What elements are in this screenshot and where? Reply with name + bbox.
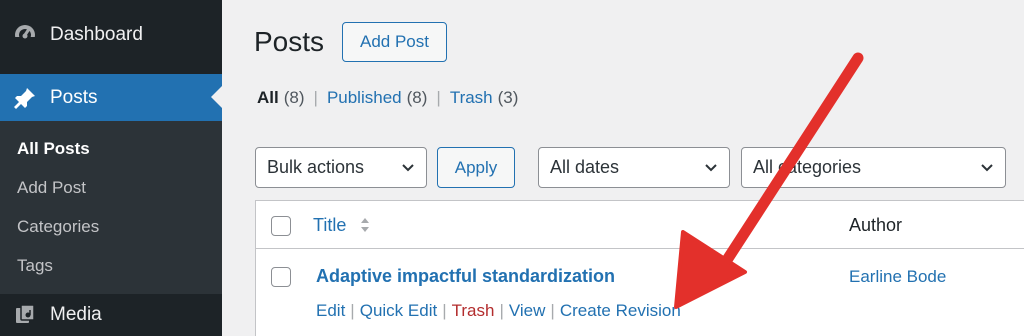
chevron-down-icon <box>979 160 995 181</box>
edit-action[interactable]: Edit <box>316 301 345 321</box>
filter-separator: | <box>313 88 318 107</box>
menu-item-media[interactable]: Media <box>0 294 222 336</box>
dashboard-icon <box>0 23 50 47</box>
quick-edit-action[interactable]: Quick Edit <box>360 301 437 321</box>
action-separator: | <box>499 301 504 320</box>
filter-all[interactable]: All <box>257 88 279 108</box>
filter-published[interactable]: Published <box>327 88 402 108</box>
submenu-tags[interactable]: Tags <box>17 256 53 276</box>
dates-filter-select[interactable]: All dates <box>538 147 730 188</box>
column-header-author: Author <box>849 215 903 235</box>
bulk-actions-value: Bulk actions <box>267 157 365 177</box>
action-separator: | <box>442 301 447 320</box>
filter-published-count: (8) <box>406 88 428 107</box>
post-title-link[interactable]: Adaptive impactful standardization <box>316 266 615 287</box>
table-header: Title Author <box>256 201 1024 249</box>
filter-trash[interactable]: Trash <box>450 88 493 108</box>
posts-submenu: All Posts Add Post Categories Tags <box>0 121 222 294</box>
menu-item-dashboard[interactable]: Dashboard <box>0 14 222 56</box>
post-author-link[interactable]: Earline Bode <box>849 267 946 287</box>
status-filters: All (8) | Published (8) | Trash (3) <box>257 88 518 108</box>
admin-sidebar: Dashboard Posts All Posts Add Post Categ… <box>0 0 222 336</box>
filter-all-count: (8) <box>283 88 305 107</box>
categories-filter-value: All categories <box>753 157 862 177</box>
submenu-all-posts[interactable]: All Posts <box>17 139 90 159</box>
pin-icon <box>0 86 50 110</box>
menu-label-posts: Posts <box>50 86 98 108</box>
main-content: Posts Add Post All (8) | Published (8) |… <box>222 0 1024 336</box>
filter-trash-count: (3) <box>497 88 519 107</box>
page-title: Posts <box>254 26 325 57</box>
select-all-checkbox[interactable] <box>271 216 291 236</box>
action-separator: | <box>350 301 355 320</box>
menu-item-posts[interactable]: Posts <box>0 74 222 121</box>
row-checkbox[interactable] <box>271 267 291 287</box>
create-revision-action[interactable]: Create Revision <box>560 301 681 321</box>
chevron-down-icon <box>703 160 719 181</box>
menu-label-media: Media <box>50 304 102 325</box>
menu-label-dashboard: Dashboard <box>50 24 143 45</box>
action-separator: | <box>550 301 555 320</box>
submenu-categories[interactable]: Categories <box>17 217 99 237</box>
chevron-down-icon <box>400 160 416 181</box>
view-action[interactable]: View <box>509 301 546 321</box>
current-menu-notch <box>211 86 222 108</box>
submenu-add-post[interactable]: Add Post <box>17 178 86 198</box>
media-icon <box>0 303 50 327</box>
dates-filter-value: All dates <box>550 157 620 177</box>
posts-table: Title Author Adaptive impactful standard… <box>255 200 1024 336</box>
column-header-title[interactable]: Title <box>313 215 346 236</box>
filter-separator: | <box>436 88 441 107</box>
sort-icon[interactable] <box>359 215 371 240</box>
bulk-actions-select[interactable]: Bulk actions <box>255 147 427 188</box>
categories-filter-select[interactable]: All categories <box>741 147 1006 188</box>
add-post-button[interactable]: Add Post <box>342 22 447 62</box>
row-actions: Edit | Quick Edit | Trash | View | Creat… <box>316 301 681 321</box>
trash-action[interactable]: Trash <box>452 301 495 321</box>
apply-button[interactable]: Apply <box>437 147 515 188</box>
